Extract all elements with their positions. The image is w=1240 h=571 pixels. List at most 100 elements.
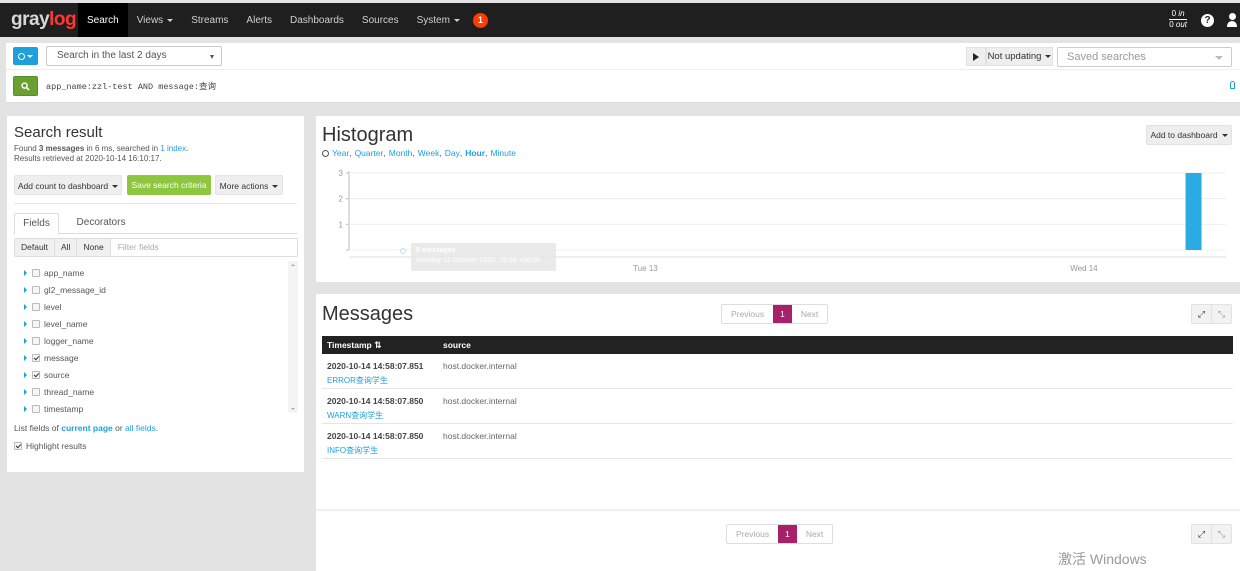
filter-none-button[interactable]: None <box>77 239 111 256</box>
field-checkbox[interactable] <box>32 354 40 362</box>
histogram-bar <box>1185 173 1202 250</box>
divider <box>14 203 297 204</box>
field-item[interactable]: thread_name <box>24 385 94 399</box>
filter-default-button[interactable]: Default <box>15 239 55 256</box>
user-icon[interactable] <box>1227 13 1237 29</box>
caret-right-icon[interactable] <box>24 287 27 293</box>
table-row[interactable]: 2020-10-14 14:58:07.850 host.docker.inte… <box>322 389 1233 424</box>
field-item[interactable]: logger_name <box>24 334 94 348</box>
page-1-button[interactable]: 1 <box>773 305 792 323</box>
save-search-criteria-button[interactable]: Save search criteria <box>127 175 211 195</box>
clock-icon <box>18 52 25 60</box>
saved-searches-select[interactable]: Saved searches <box>1057 47 1232 67</box>
table-row[interactable]: 2020-10-14 14:58:07.851 host.docker.inte… <box>322 354 1233 389</box>
field-item[interactable]: gl2_message_id <box>24 283 106 297</box>
filter-all-button[interactable]: All <box>54 239 78 256</box>
nav-sources[interactable]: Sources <box>353 3 408 37</box>
caret-right-icon[interactable] <box>24 338 27 344</box>
field-checkbox[interactable] <box>32 286 40 294</box>
collapse-icon[interactable]: ⤡ <box>1211 305 1231 323</box>
table-row[interactable]: 2020-10-14 14:58:07.850 host.docker.inte… <box>322 424 1233 459</box>
nav-views[interactable]: Views <box>128 3 183 37</box>
field-list-scrollbar[interactable] <box>288 261 298 413</box>
field-checkbox[interactable] <box>32 320 40 328</box>
field-item[interactable]: timestamp <box>24 402 83 416</box>
graylog-logo[interactable]: gray log <box>0 3 78 37</box>
field-checkbox[interactable] <box>32 388 40 396</box>
tab-fields[interactable]: Fields <box>14 213 59 235</box>
caret-right-icon[interactable] <box>24 321 27 327</box>
field-list: app_name gl2_message_id level level_name… <box>14 261 298 416</box>
y-tick-label: 1 <box>339 220 344 229</box>
field-item[interactable]: message <box>24 351 79 365</box>
next-page-button[interactable]: Next <box>792 305 827 323</box>
field-filter-row: Default All None Filter fields <box>14 238 298 257</box>
column-timestamp[interactable]: Timestamp ⇅ <box>322 340 438 351</box>
sort-icon[interactable]: ⇅ <box>374 340 382 350</box>
column-source[interactable]: source <box>438 340 471 350</box>
notification-badge[interactable]: 1 <box>472 12 488 28</box>
caret-right-icon[interactable] <box>24 270 27 276</box>
field-item[interactable]: source <box>24 368 70 382</box>
nav-streams[interactable]: Streams <box>182 3 237 37</box>
all-fields-link[interactable]: all fields <box>125 423 156 433</box>
search-icon <box>21 81 30 91</box>
windows-activation-watermark: 激活 Windows <box>1058 551 1147 567</box>
caret-right-icon[interactable] <box>24 372 27 378</box>
refresh-interval-dropdown[interactable]: Not updating <box>986 47 1053 66</box>
nav-search[interactable]: Search <box>78 3 128 37</box>
collapse-icon[interactable]: ⤡ <box>1211 525 1231 543</box>
play-icon <box>973 52 979 61</box>
field-item[interactable]: app_name <box>24 266 84 280</box>
tab-decorators[interactable]: Decorators <box>64 213 138 235</box>
caret-right-icon[interactable] <box>24 304 27 310</box>
add-count-to-dashboard-button[interactable]: Add count to dashboard <box>14 175 122 195</box>
caret-down-icon <box>167 18 174 22</box>
field-checkbox[interactable] <box>32 371 40 379</box>
field-checkbox[interactable] <box>32 303 40 311</box>
caret-right-icon[interactable] <box>24 389 27 395</box>
play-refresh-button[interactable] <box>966 47 986 66</box>
pagination-bottom: Previous 1 Next <box>726 524 834 544</box>
highlight-results-toggle[interactable]: Highlight results <box>14 441 86 451</box>
more-actions-button[interactable]: More actions <box>215 175 283 195</box>
hover-point <box>399 247 407 255</box>
page-1-button[interactable]: 1 <box>778 525 797 543</box>
search-result-title: Search result <box>14 124 103 141</box>
nav-alerts[interactable]: Alerts <box>237 3 281 37</box>
field-checkbox[interactable] <box>32 269 40 277</box>
time-range-select[interactable]: Search in the last 2 days <box>46 46 222 66</box>
index-link[interactable]: 1 index <box>160 144 186 153</box>
previous-page-button[interactable]: Previous <box>722 305 773 323</box>
expand-icon[interactable]: ⤢ <box>1192 305 1211 323</box>
nav-dashboards[interactable]: Dashboards <box>281 3 353 37</box>
search-submit-button[interactable] <box>13 76 38 96</box>
expand-collapse-group: ⤢ ⤡ <box>1191 524 1232 544</box>
expand-icon[interactable]: ⤢ <box>1192 525 1211 543</box>
field-item[interactable]: level <box>24 300 61 314</box>
caret-down-icon <box>453 18 460 22</box>
caret-right-icon[interactable] <box>24 355 27 361</box>
highlight-checkbox[interactable] <box>14 442 22 450</box>
previous-page-button[interactable]: Previous <box>727 525 778 543</box>
top-navbar: gray log Search Views Streams Alerts Dash… <box>0 3 1240 37</box>
current-page-link[interactable]: current page <box>61 423 113 433</box>
caret-down-icon <box>1045 54 1052 58</box>
histogram-panel: Histogram Year, Quarter, Month, Week, Da… <box>316 116 1240 282</box>
nav-system[interactable]: System <box>408 3 469 37</box>
field-checkbox[interactable] <box>32 405 40 413</box>
fields-tabs: Fields Decorators <box>14 213 297 235</box>
x-tick-label: Wed 14 <box>1070 264 1098 273</box>
field-checkbox[interactable] <box>32 337 40 345</box>
help-icon[interactable]: ? <box>1201 14 1214 27</box>
divider <box>316 509 1240 511</box>
throughput-indicator[interactable]: 0 in 0 out <box>1169 9 1187 30</box>
next-page-button[interactable]: Next <box>797 525 832 543</box>
pagination-top: Previous 1 Next <box>721 304 829 324</box>
caret-right-icon[interactable] <box>24 406 27 412</box>
search-query-input[interactable]: app_name:zzl-test AND message:查询 <box>46 80 216 92</box>
filter-fields-input[interactable]: Filter fields <box>111 239 297 256</box>
time-range-type-button[interactable] <box>13 47 38 65</box>
lightbulb-icon[interactable] <box>1230 81 1235 89</box>
field-item[interactable]: level_name <box>24 317 87 331</box>
